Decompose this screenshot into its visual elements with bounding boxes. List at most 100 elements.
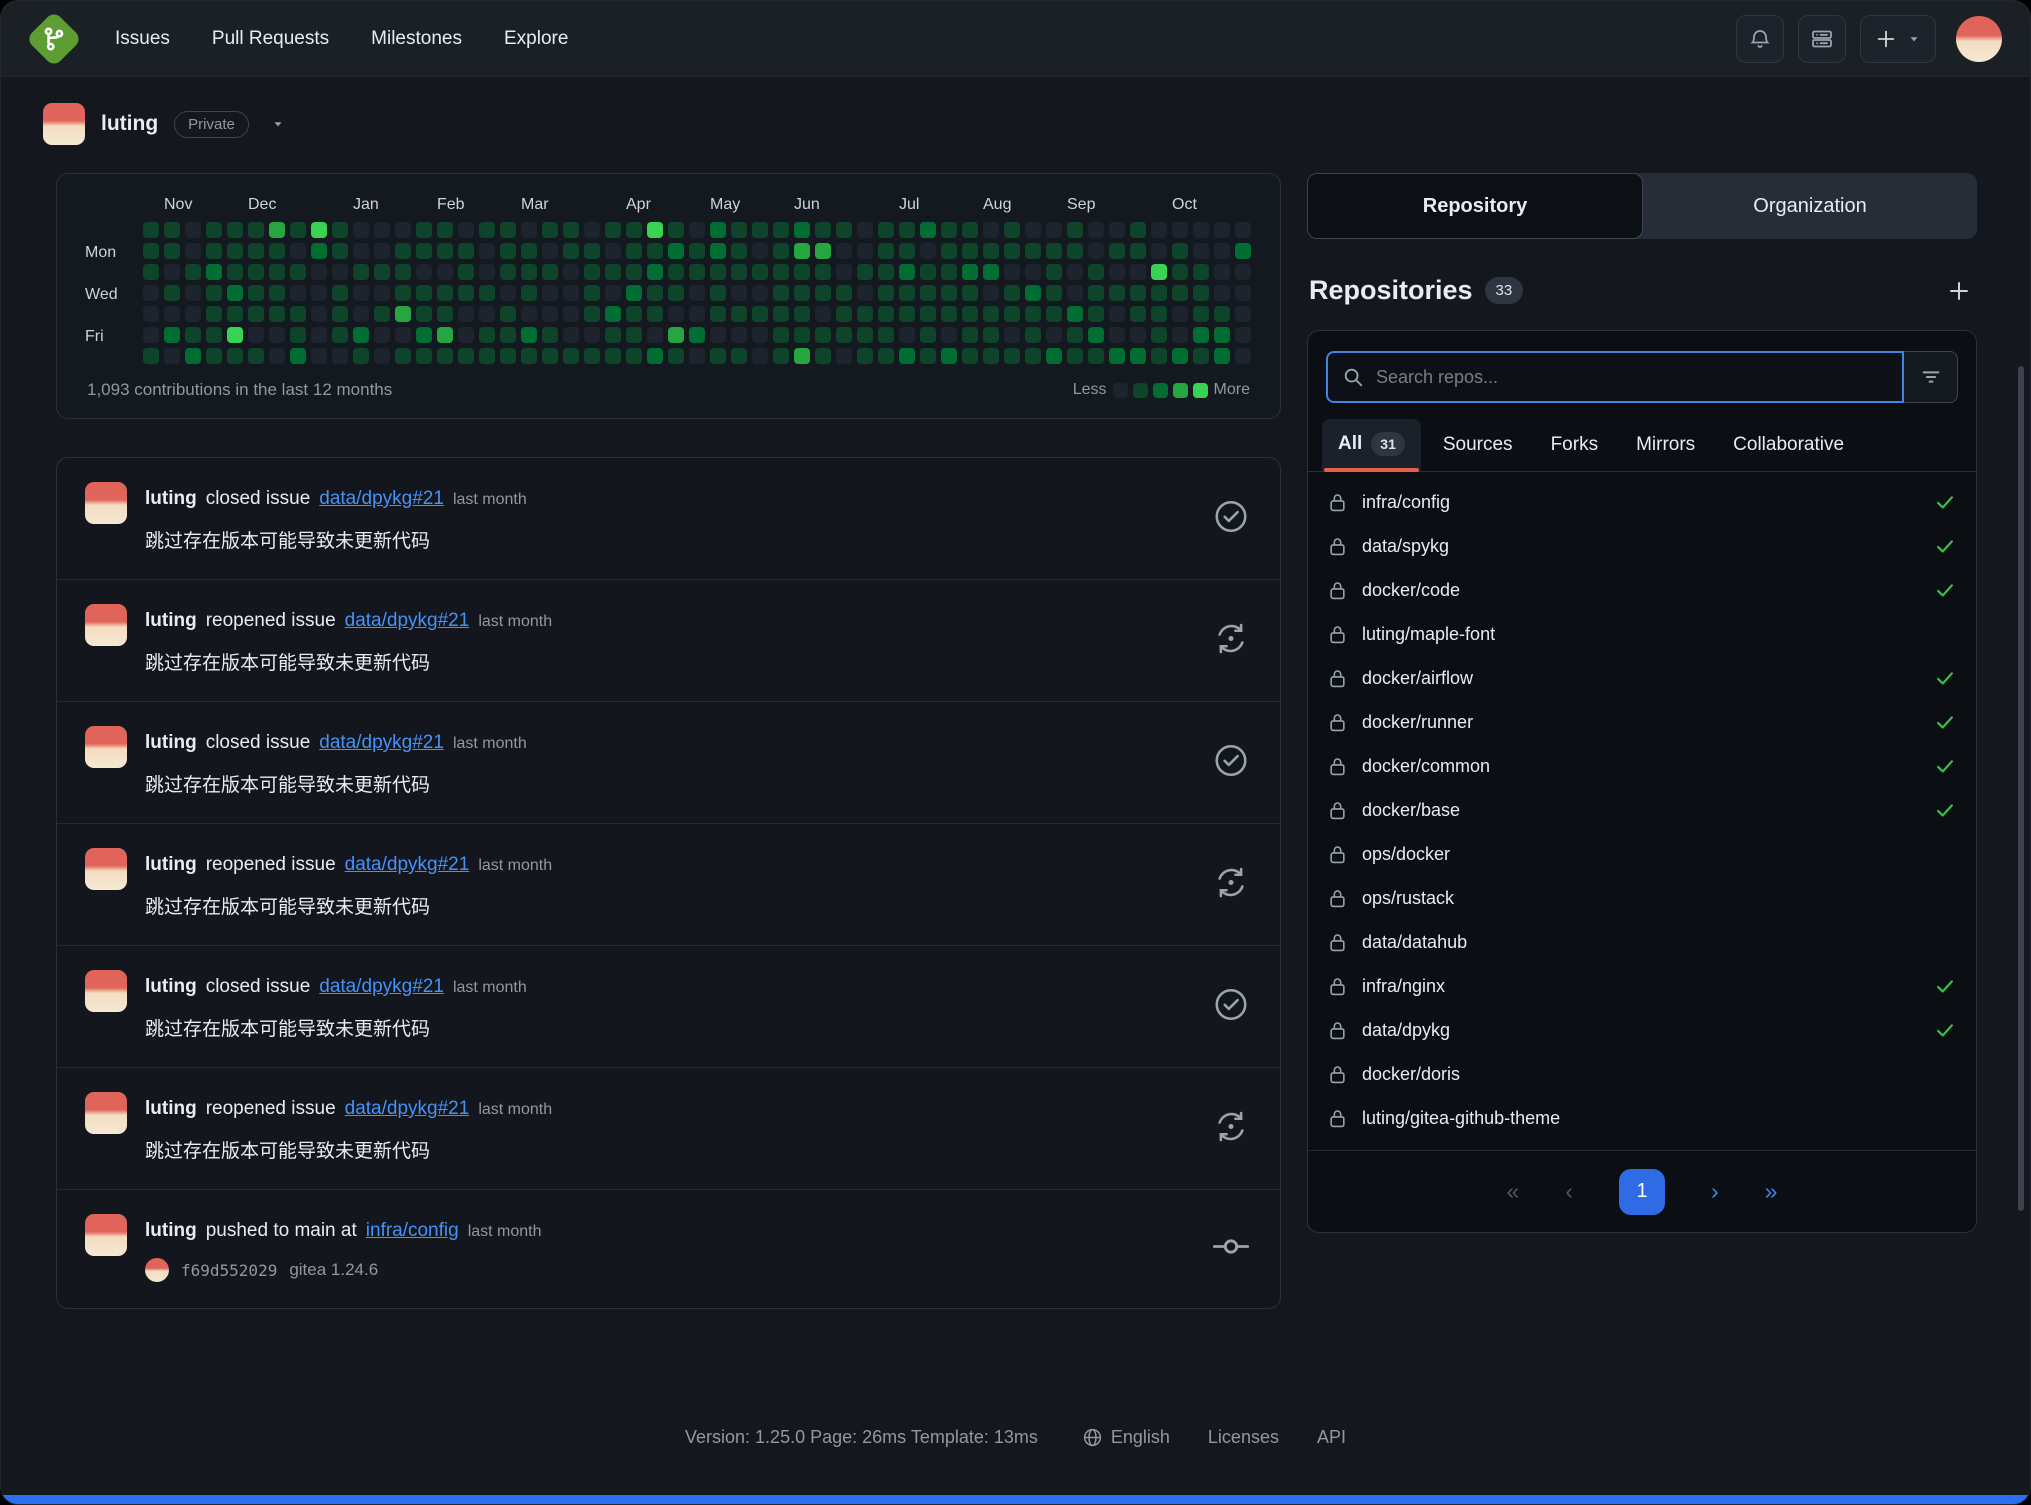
nav-link-milestones[interactable]: Milestones (371, 28, 462, 50)
scrollbar-thumb[interactable] (2018, 366, 2024, 1211)
feed-target-link[interactable]: data/dpykg#21 (345, 1098, 470, 1120)
pagination-last[interactable]: » (1765, 1178, 1778, 1205)
contribution-cell (752, 243, 768, 259)
contribution-cell (1172, 285, 1188, 301)
contribution-cell (605, 285, 621, 301)
add-repository-button[interactable] (1947, 279, 1971, 303)
feed-target-link[interactable]: data/dpykg#21 (345, 854, 470, 876)
commit-sha-link[interactable]: f69d552029 (181, 1261, 277, 1280)
repo-row[interactable]: docker/code (1308, 568, 1976, 612)
filter-tab-collaborative[interactable]: Collaborative (1717, 421, 1860, 471)
repo-row[interactable]: infra/nginx (1308, 964, 1976, 1008)
server-rack-icon (1810, 27, 1834, 51)
nav-link-issues[interactable]: Issues (115, 28, 170, 50)
gitea-logo[interactable] (29, 14, 79, 64)
lock-icon (1328, 932, 1347, 953)
feed-target-link[interactable]: infra/config (366, 1220, 459, 1242)
feed-avatar[interactable] (85, 726, 127, 768)
context-caret-icon[interactable] (271, 117, 285, 131)
repo-row[interactable]: docker/runner (1308, 700, 1976, 744)
feed-target-link[interactable]: data/dpykg#21 (319, 488, 444, 510)
filter-tab-forks[interactable]: Forks (1535, 421, 1615, 471)
contribution-cell (458, 264, 474, 280)
contribution-cell (626, 243, 642, 259)
feed-avatar[interactable] (85, 848, 127, 890)
contribution-cell (941, 264, 957, 280)
repo-row[interactable]: docker/common (1308, 744, 1976, 788)
repo-row[interactable]: data/datahub (1308, 920, 1976, 964)
repo-row[interactable]: luting/maple-font (1308, 612, 1976, 656)
feed-target-link[interactable]: data/dpykg#21 (319, 976, 444, 998)
repo-row[interactable]: docker/base (1308, 788, 1976, 832)
filter-tab-sources[interactable]: Sources (1427, 421, 1529, 471)
contribution-cell (290, 327, 306, 343)
api-link[interactable]: API (1317, 1427, 1346, 1448)
profile-avatar[interactable] (43, 103, 85, 145)
contribution-cell (1088, 306, 1104, 322)
language-selector[interactable]: English (1082, 1427, 1170, 1448)
feed-actor-link[interactable]: luting (145, 976, 197, 998)
contribution-cell (416, 348, 432, 364)
repo-search-input[interactable] (1376, 367, 1888, 388)
contribution-cell (332, 285, 348, 301)
feed-actor-link[interactable]: luting (145, 854, 197, 876)
feed-actor-link[interactable]: luting (145, 732, 197, 754)
contribution-cell (983, 306, 999, 322)
feed-avatar[interactable] (85, 604, 127, 646)
tab-repository[interactable]: Repository (1307, 173, 1643, 239)
contribution-cell (794, 285, 810, 301)
repo-row[interactable]: docker/doris (1308, 1052, 1976, 1096)
contribution-cell (227, 327, 243, 343)
feed-avatar[interactable] (85, 482, 127, 524)
repo-row[interactable]: ops/docker (1308, 832, 1976, 876)
nav-link-pull-requests[interactable]: Pull Requests (212, 28, 329, 50)
filter-tab-mirrors[interactable]: Mirrors (1620, 421, 1711, 471)
feed-avatar[interactable] (85, 970, 127, 1012)
repo-row[interactable]: data/spykg (1308, 524, 1976, 568)
contribution-cell (542, 222, 558, 238)
feed-actor-link[interactable]: luting (145, 488, 197, 510)
licenses-link[interactable]: Licenses (1208, 1427, 1279, 1448)
filter-tab-all[interactable]: All 31 (1322, 419, 1421, 471)
feed-target-link[interactable]: data/dpykg#21 (319, 732, 444, 754)
repo-filter-button[interactable] (1904, 351, 1958, 403)
repo-row[interactable]: luting/gitea-github-theme (1308, 1096, 1976, 1140)
tab-organization[interactable]: Organization (1643, 173, 1977, 239)
feed-actor-link[interactable]: luting (145, 1220, 197, 1242)
repo-list: infra/configdata/spykgdocker/codeluting/… (1308, 472, 1976, 1150)
repo-row[interactable]: data/dpykg (1308, 1008, 1976, 1052)
contribution-cell (269, 306, 285, 322)
heatmap-row (143, 264, 1252, 280)
pagination-page-1[interactable]: 1 (1619, 1169, 1665, 1215)
notifications-button[interactable] (1736, 15, 1784, 63)
create-new-button[interactable] (1860, 15, 1936, 63)
contribution-cell (269, 285, 285, 301)
contribution-cell (206, 306, 222, 322)
user-avatar[interactable] (1956, 16, 2002, 62)
feed-content: lutingpushed to main atinfra/configlast … (145, 1214, 542, 1282)
contribution-cell (479, 264, 495, 280)
admin-panel-button[interactable] (1798, 15, 1846, 63)
feed-target-link[interactable]: data/dpykg#21 (345, 610, 470, 632)
feed-avatar[interactable] (85, 1214, 127, 1256)
nav-link-explore[interactable]: Explore (504, 28, 568, 50)
contribution-cell (206, 243, 222, 259)
feed-actor-link[interactable]: luting (145, 610, 197, 632)
feed-actor-link[interactable]: luting (145, 1098, 197, 1120)
contribution-cell (1109, 327, 1125, 343)
pagination-next[interactable]: › (1711, 1178, 1719, 1205)
contribution-cell (227, 285, 243, 301)
contribution-cell (500, 327, 516, 343)
contribution-cell (1088, 264, 1104, 280)
feed-issue-title: 跳过存在版本可能导致未更新代码 (145, 892, 552, 919)
feed-avatar[interactable] (85, 1092, 127, 1134)
repo-row[interactable]: ops/rustack (1308, 876, 1976, 920)
contribution-cell (857, 243, 873, 259)
contribution-cell (1025, 285, 1041, 301)
contribution-cell (1214, 264, 1230, 280)
repo-row[interactable]: docker/airflow (1308, 656, 1976, 700)
contribution-cell (290, 285, 306, 301)
repo-search-row (1308, 331, 1976, 409)
repo-row[interactable]: infra/config (1308, 480, 1976, 524)
contribution-cell (500, 243, 516, 259)
